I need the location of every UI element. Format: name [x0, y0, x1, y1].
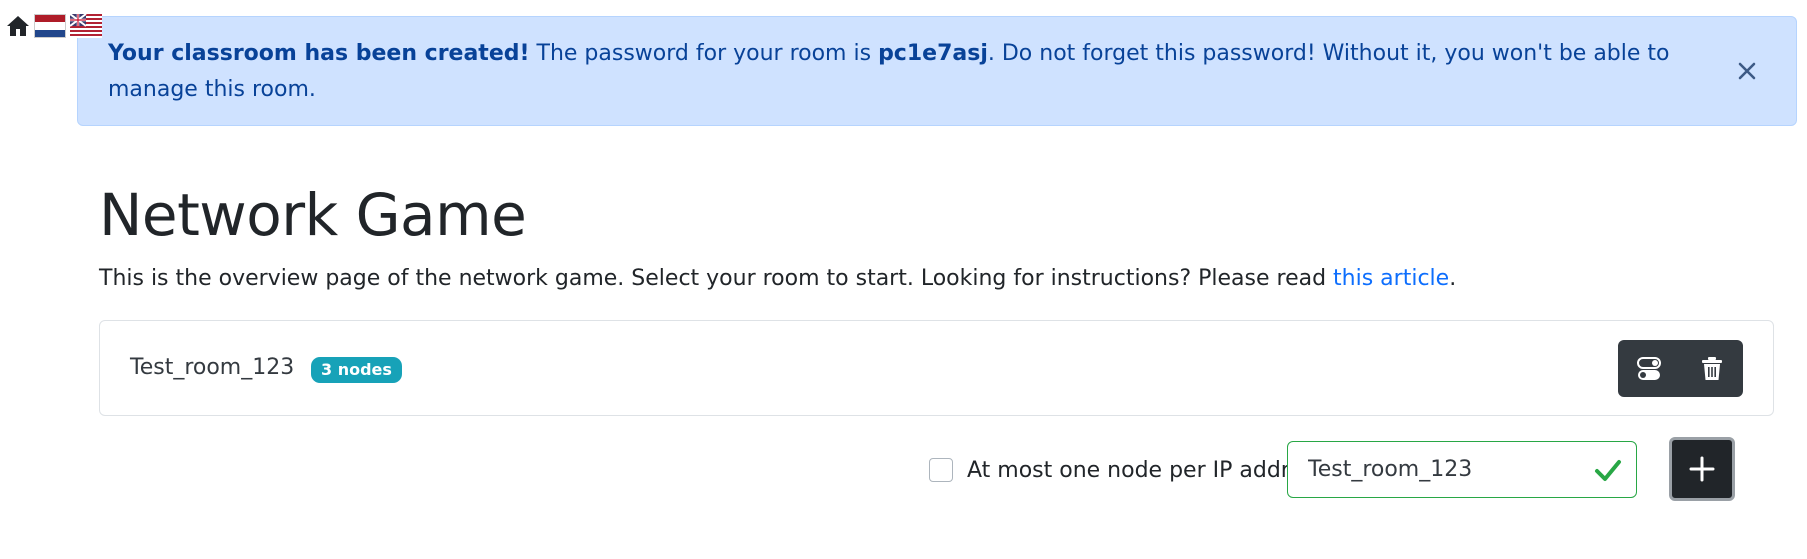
node-count-badge: 3 nodes: [311, 357, 402, 383]
checkbox-label[interactable]: At most one node per IP address: [967, 458, 1326, 483]
room-name-field: [1287, 441, 1637, 498]
toggle-icon: [1637, 356, 1662, 380]
trash-icon: [1701, 356, 1722, 380]
room-name-input[interactable]: [1288, 442, 1568, 497]
room-list-item: Test_room_123 3 nodes: [99, 320, 1774, 416]
close-button[interactable]: [1732, 56, 1762, 86]
intro-end: .: [1449, 266, 1457, 291]
uk-us-flag-icon[interactable]: [70, 14, 102, 38]
one-node-per-ip-option: At most one node per IP address: [929, 440, 1326, 500]
instructions-link[interactable]: this article: [1333, 266, 1449, 291]
success-alert: Your classroom has been created! The pas…: [77, 16, 1797, 126]
delete-room-button[interactable]: [1681, 340, 1744, 397]
room-actions: [1618, 340, 1743, 397]
page-title: Network Game: [99, 181, 527, 249]
close-icon: [1738, 62, 1756, 80]
create-room-form: At most one node per IP address: [99, 437, 1774, 501]
intro-sentence: This is the overview page of the network…: [99, 266, 1334, 291]
language-bar: [6, 14, 102, 38]
home-icon[interactable]: [6, 14, 30, 38]
plus-icon: [1689, 456, 1715, 482]
netherlands-flag-icon[interactable]: [34, 14, 66, 38]
check-icon: [1595, 460, 1621, 481]
toggle-room-button[interactable]: [1618, 340, 1681, 397]
room-name[interactable]: Test_room_123: [130, 353, 294, 383]
alert-message: Your classroom has been created! The pas…: [108, 41, 1670, 102]
alert-title: Your classroom has been created!: [108, 41, 530, 66]
alert-text-1: The password for your room is: [529, 41, 879, 66]
add-room-button[interactable]: [1669, 437, 1735, 501]
one-node-per-ip-checkbox[interactable]: [929, 458, 953, 482]
alert-password: pc1e7asj: [878, 41, 988, 66]
intro-text: This is the overview page of the network…: [99, 263, 1456, 295]
